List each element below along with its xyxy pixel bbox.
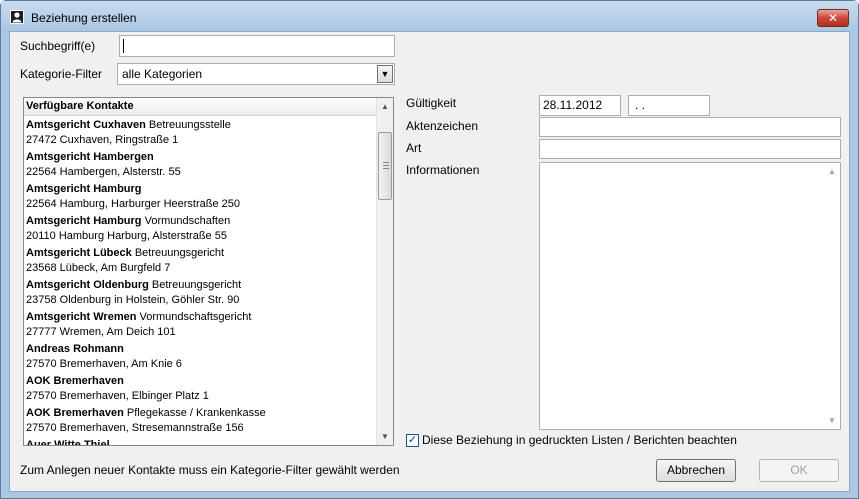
contact-name: Amtsgericht Cuxhaven (26, 119, 146, 131)
contact-address: 22564 Hamburg, Harburger Heerstraße 250 (26, 198, 241, 210)
list-item[interactable]: AOK Bremerhaven 27570 Bremerhaven, Elbing… (24, 373, 377, 405)
contact-address: 20110 Hamburg Harburg, Alsterstraße 55 (26, 230, 227, 242)
contact-title-line: Amtsgericht Hambergen (26, 150, 375, 165)
contact-title-line: Auer Witte Thiel (26, 438, 375, 446)
contact-name: Amtsgericht Lübeck (26, 247, 132, 259)
contact-description: Betreuungsgericht (134, 247, 225, 259)
search-label: Suchbegriff(e) (20, 39, 96, 53)
contact-title-line: Amtsgericht Oldenburg Betreuungsgericht (26, 278, 375, 293)
scrollbar-thumb[interactable] (378, 132, 392, 200)
contact-address: 27570 Bremerhaven, Am Knie 6 (26, 358, 182, 370)
scroll-up-arrow-icon[interactable]: ▲ (824, 163, 840, 180)
title-bar[interactable]: Beziehung erstellen ✕ (1, 1, 858, 31)
dialog-body: Suchbegriff(e) Kategorie-Filter alle Kat… (9, 31, 850, 492)
text-cursor (123, 39, 124, 53)
list-item[interactable]: Amtsgericht Cuxhaven Betreuungsstelle 274… (24, 117, 377, 149)
list-item[interactable]: Amtsgericht Hambergen 22564 Hambergen, Al… (24, 149, 377, 181)
cancel-button[interactable]: Abbrechen (656, 459, 736, 482)
contact-name: AOK Bremerhaven (26, 407, 124, 419)
contact-name: Amtsgericht Hambergen (26, 151, 154, 163)
list-item[interactable]: Amtsgericht Lübeck Betreuungsgericht 2356… (24, 245, 377, 277)
scroll-down-arrow-icon[interactable]: ▼ (824, 412, 840, 429)
category-filter-label: Kategorie-Filter (20, 67, 103, 81)
list-item[interactable]: AOK Bremerhaven Pflegekasse / Krankenkas… (24, 405, 377, 437)
contact-name: Amtsgericht Oldenburg (26, 279, 149, 291)
contact-name: Andreas Rohmann (26, 343, 124, 355)
file-number-input[interactable] (539, 117, 841, 137)
contact-address: 23758 Oldenburg in Holstein, Göhler Str.… (26, 294, 240, 306)
information-textarea[interactable]: ▲ ▼ (539, 162, 841, 430)
type-label: Art (406, 141, 422, 155)
scroll-down-arrow-icon[interactable]: ▼ (377, 428, 393, 445)
contact-title-line: Amtsgericht Cuxhaven Betreuungsstelle (26, 118, 375, 133)
contact-description: Vormundschaftsgericht (139, 311, 252, 323)
list-item[interactable]: Amtsgericht Wremen Vormundschaftsgericht… (24, 309, 377, 341)
contact-description: Pflegekasse / Krankenkasse (126, 407, 266, 419)
information-scrollbar[interactable]: ▲ ▼ (824, 163, 840, 429)
hint-text: Zum Anlegen neuer Kontakte muss ein Kate… (20, 463, 400, 477)
category-filter-select[interactable]: alle Kategorien ▼ (117, 63, 395, 85)
contact-description: Betreuungsstelle (148, 119, 231, 131)
contact-title-line: AOK Bremerhaven Pflegekasse / Krankenkas… (26, 406, 375, 421)
contact-title-line: Amtsgericht Hamburg (26, 182, 375, 197)
contact-address: 27570 Bremerhaven, Stresemannstraße 156 (26, 422, 244, 434)
close-button[interactable]: ✕ (817, 9, 849, 27)
search-input[interactable] (119, 35, 395, 57)
contacts-list-items: Amtsgericht Cuxhaven Betreuungsstelle 274… (24, 117, 377, 446)
dropdown-arrow-icon[interactable]: ▼ (377, 65, 393, 83)
contact-name: Amtsgericht Wremen (26, 311, 137, 323)
list-item[interactable]: Andreas Rohmann 27570 Bremerhaven, Am Kni… (24, 341, 377, 373)
list-item[interactable]: Amtsgericht Oldenburg Betreuungsgericht 2… (24, 277, 377, 309)
contact-name: Auer Witte Thiel (26, 439, 110, 446)
list-item[interactable]: Amtsgericht Hamburg Vormundschaften 20110… (24, 213, 377, 245)
list-item[interactable]: Amtsgericht Hamburg 22564 Hamburg, Harbur… (24, 181, 377, 213)
contact-name: AOK Bremerhaven (26, 375, 124, 387)
print-checkbox[interactable]: ✓ (406, 434, 419, 447)
contact-name: Amtsgericht Hamburg (26, 183, 142, 195)
contact-title-line: Amtsgericht Lübeck Betreuungsgericht (26, 246, 375, 261)
validity-label: Gültigkeit (406, 96, 457, 110)
contact-name: Amtsgericht Hamburg (26, 215, 142, 227)
contacts-list-header[interactable]: Verfügbare Kontakte (24, 98, 377, 116)
contact-address: 27570 Bremerhaven, Elbinger Platz 1 (26, 390, 209, 402)
contact-address: 22564 Hambergen, Alsterstr. 55 (26, 166, 181, 178)
contact-title-line: AOK Bremerhaven (26, 374, 375, 389)
contact-title-line: Amtsgericht Hamburg Vormundschaften (26, 214, 375, 229)
window-title: Beziehung erstellen (31, 11, 137, 25)
contact-address: 27472 Cuxhaven, Ringstraße 1 (26, 134, 179, 146)
validity-from-input[interactable]: 28.11.2012 (539, 95, 621, 116)
list-item[interactable]: Auer Witte Thiel (24, 437, 377, 446)
contact-description: Vormundschaften (144, 215, 231, 227)
contacts-scrollbar[interactable]: ▲ ▼ (376, 98, 393, 445)
type-input[interactable] (539, 139, 841, 159)
contact-address: 23568 Lübeck, Am Burgfeld 7 (26, 262, 171, 274)
contact-icon (10, 10, 24, 24)
validity-to-input[interactable]: . . (628, 95, 710, 116)
dialog-window: Beziehung erstellen ✕ Suchbegriff(e) Kat… (0, 0, 859, 499)
contacts-list[interactable]: Verfügbare Kontakte Amtsgericht Cuxhaven… (23, 97, 394, 446)
contact-address: 27777 Wremen, Am Deich 101 (26, 326, 176, 338)
ok-button[interactable]: OK (759, 459, 839, 482)
print-checkbox-label[interactable]: Diese Beziehung in gedruckten Listen / B… (422, 433, 737, 447)
scroll-up-arrow-icon[interactable]: ▲ (377, 98, 393, 115)
contact-title-line: Andreas Rohmann (26, 342, 375, 357)
file-number-label: Aktenzeichen (406, 119, 479, 133)
contact-title-line: Amtsgericht Wremen Vormundschaftsgericht (26, 310, 375, 325)
category-filter-value: alle Kategorien (122, 67, 203, 81)
information-label: Informationen (406, 163, 480, 177)
contact-description: Betreuungsgericht (151, 279, 242, 291)
